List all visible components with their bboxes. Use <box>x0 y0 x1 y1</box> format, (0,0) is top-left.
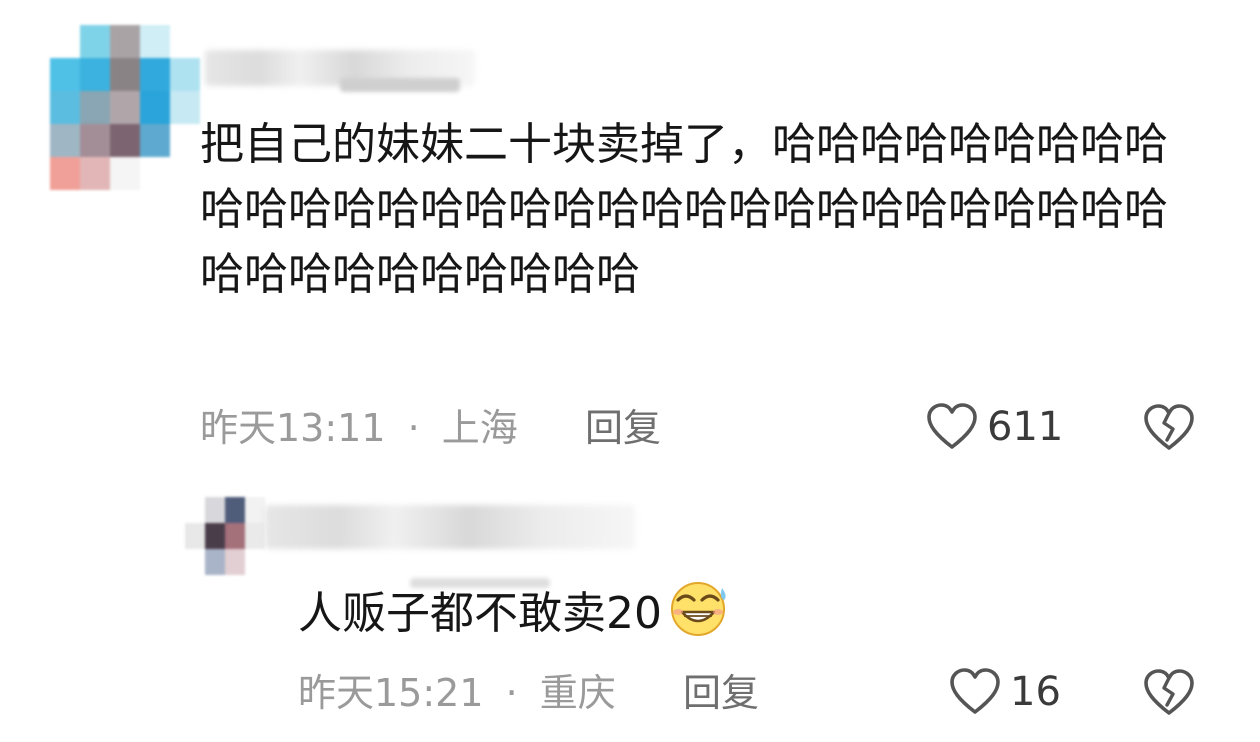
like-button[interactable]: 611 <box>925 402 1063 452</box>
like-count: 611 <box>987 404 1064 450</box>
avatar[interactable] <box>50 25 200 190</box>
username[interactable] <box>265 505 635 549</box>
heart-icon[interactable] <box>925 402 979 452</box>
comment-meta: 昨天15:21 · 重庆 <box>298 668 616 718</box>
meta-separator: · <box>407 406 420 450</box>
reply-button[interactable]: 回复 <box>585 403 661 453</box>
comment-location: 重庆 <box>539 671 616 715</box>
broken-heart-icon[interactable] <box>1142 403 1196 453</box>
grinning-sweat-emoji <box>671 582 726 636</box>
avatar[interactable] <box>185 497 265 575</box>
broken-heart-icon[interactable] <box>1142 668 1196 718</box>
comment-time: 昨天13:11 <box>200 406 386 450</box>
reply-button[interactable]: 回复 <box>683 668 759 718</box>
heart-icon[interactable] <box>948 667 1002 717</box>
comment-text-content: 人贩子都不敢卖20 <box>298 588 662 639</box>
like-button[interactable]: 16 <box>948 667 1061 717</box>
comment-location: 上海 <box>441 406 518 450</box>
comment-text: 人贩子都不敢卖20 <box>298 578 918 646</box>
like-count: 16 <box>1010 669 1061 715</box>
username-subtext <box>340 78 460 92</box>
comment-text: 把自己的妹妹二十块卖掉了，哈哈哈哈哈哈哈哈哈哈哈哈哈哈哈哈哈哈哈哈哈哈哈哈哈哈哈… <box>200 119 1168 300</box>
meta-separator: · <box>505 671 518 715</box>
comment-time: 昨天15:21 <box>298 671 484 715</box>
comment-meta: 昨天13:11 · 上海 <box>200 403 518 453</box>
